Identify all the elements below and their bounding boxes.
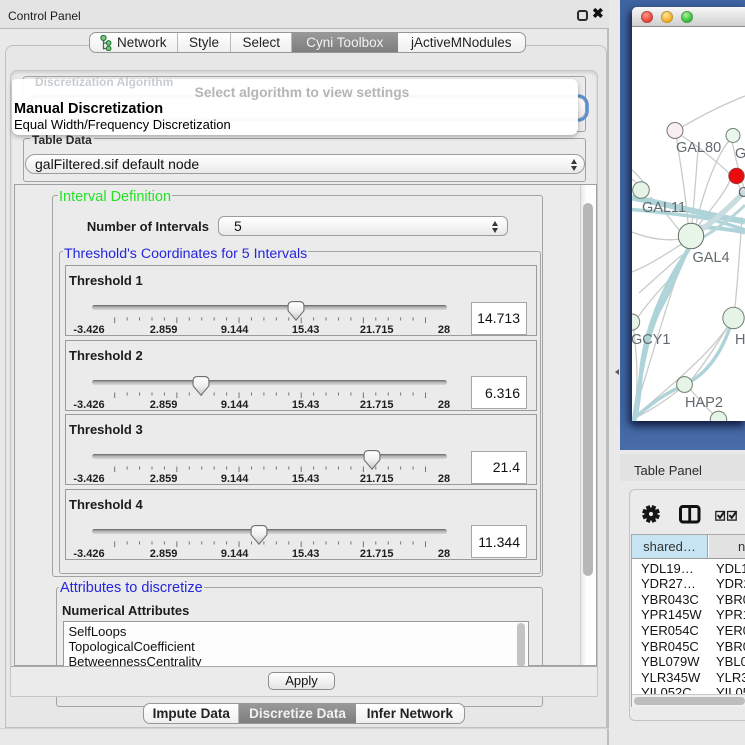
svg-text:C: C: [738, 185, 745, 201]
svg-text:HAP2: HAP2: [685, 395, 723, 411]
svg-text:GAL4: GAL4: [693, 250, 730, 266]
svg-text:GAL80: GAL80: [676, 140, 721, 156]
svg-text:GCY1: GCY1: [632, 332, 671, 348]
svg-text:G.: G.: [735, 146, 745, 162]
svg-text:GAL11: GAL11: [642, 200, 686, 216]
svg-text:H: H: [735, 332, 745, 348]
